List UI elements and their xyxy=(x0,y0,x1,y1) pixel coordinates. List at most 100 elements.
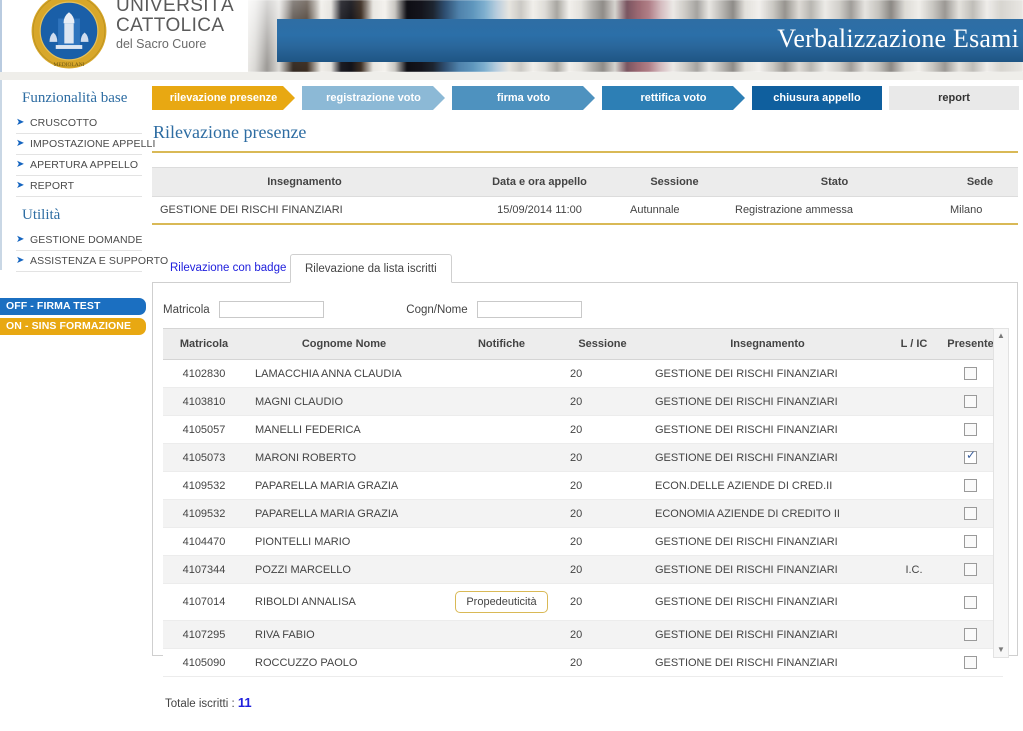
cell-sessione: 20 xyxy=(560,443,645,472)
cell-l-ic: I.C. xyxy=(890,555,938,584)
cell-sessione: 20 xyxy=(560,527,645,556)
cell-notifiche xyxy=(443,387,560,416)
cell-l-ic xyxy=(890,471,938,500)
cell-matricola: 4109532 xyxy=(163,471,245,500)
presente-checkbox[interactable] xyxy=(964,628,977,641)
sidebar-item-gestione-domande[interactable]: ➤ GESTIONE DOMANDE xyxy=(16,230,142,251)
cell-matricola: 4103810 xyxy=(163,387,245,416)
sidebar-item-cruscotto[interactable]: ➤ CRUSCOTTO xyxy=(16,113,142,134)
appello-info-table: Insegnamento Data e ora appello Sessione… xyxy=(152,167,1018,223)
cell-cognome-nome: PAPARELLA MARIA GRAZIA xyxy=(245,499,443,528)
grid-vertical-scrollbar[interactable]: ▲ ▼ xyxy=(993,328,1009,658)
cell-sessione: 20 xyxy=(560,648,645,677)
cell-notifiche xyxy=(443,648,560,677)
cell-cognome-nome: RIBOLDI ANNALISA xyxy=(245,583,443,621)
cell-sessione: 20 xyxy=(560,499,645,528)
report-button[interactable]: report xyxy=(889,86,1019,110)
table-row: 4103810 MAGNI CLAUDIO 20 GESTIONE DEI RISCH… xyxy=(163,387,1003,416)
cell-insegnamento: ECONOMIA AZIENDE DI CREDITO II xyxy=(645,499,890,528)
cell-cognome-nome: LAMACCHIA ANNA CLAUDIA xyxy=(245,359,443,388)
cell-matricola: 4104470 xyxy=(163,527,245,556)
header-bottom-strip xyxy=(0,72,1023,80)
iscritti-panel: Matricola Cogn/Nome Matricola Cognome No… xyxy=(152,283,1018,710)
cognome-nome-input[interactable] xyxy=(476,301,582,318)
status-badge-sins-formazione[interactable]: ON - SINS FORMAZIONE xyxy=(0,318,146,335)
propedeuticita-button[interactable]: Propedeuticità xyxy=(455,591,548,613)
cell-matricola: 4105090 xyxy=(163,648,245,677)
presente-checkbox[interactable] xyxy=(964,656,977,669)
presente-checkbox[interactable] xyxy=(964,423,977,436)
presente-checkbox[interactable] xyxy=(964,507,977,520)
scroll-down-icon[interactable]: ▼ xyxy=(994,643,1008,657)
sidebar-item-report[interactable]: ➤ REPORT xyxy=(16,176,142,197)
step-firma-voto[interactable]: firma voto xyxy=(452,86,595,110)
cell-l-ic xyxy=(890,499,938,528)
step-registrazione-voto[interactable]: registrazione voto xyxy=(302,86,445,110)
matricola-input[interactable] xyxy=(218,301,324,318)
grid-col-matricola[interactable]: Matricola xyxy=(163,328,245,360)
cell-notifiche xyxy=(443,471,560,500)
iscritti-grid: Matricola Cognome Nome Notifiche Session… xyxy=(163,328,1003,677)
step-rettifica-voto[interactable]: rettifica voto xyxy=(602,86,745,110)
info-col-insegnamento: Insegnamento xyxy=(152,167,457,197)
grid-header-row: Matricola Cognome Nome Notifiche Session… xyxy=(163,328,1003,360)
app-title-bar: Verbalizzazione Esami xyxy=(277,19,1023,62)
cell-cognome-nome: ROCCUZZO PAOLO xyxy=(245,648,443,677)
cell-sessione: 20 xyxy=(560,620,645,649)
presente-checkbox[interactable] xyxy=(964,535,977,548)
cell-cognome-nome: POZZI MARCELLO xyxy=(245,555,443,584)
cell-l-ic xyxy=(890,443,938,472)
cell-notifiche xyxy=(443,359,560,388)
cell-matricola: 4102830 xyxy=(163,359,245,388)
sidebar-item-assistenza-supporto[interactable]: ➤ ASSISTENZA E SUPPORTO xyxy=(16,251,168,272)
grid-col-insegnamento[interactable]: Insegnamento xyxy=(645,328,890,360)
info-value-sede: Milano xyxy=(942,196,1018,223)
status-badge-firma-test[interactable]: OFF - FIRMA TEST xyxy=(0,298,146,315)
cell-notifiche xyxy=(443,499,560,528)
grid-col-cognome-nome[interactable]: Cognome Nome xyxy=(245,328,443,360)
presente-checkbox[interactable] xyxy=(964,479,977,492)
tab-rilevazione-da-lista-iscritti[interactable]: Rilevazione da lista iscritti xyxy=(290,254,452,283)
grid-col-notifiche[interactable]: Notifiche xyxy=(443,328,560,360)
cell-insegnamento: GESTIONE DEI RISCHI FINANZIARI xyxy=(645,620,890,649)
filter-row: Matricola Cogn/Nome xyxy=(153,295,1017,328)
cell-cognome-nome: PIONTELLI MARIO xyxy=(245,527,443,556)
cell-notifiche xyxy=(443,415,560,444)
grid-col-l-ic[interactable]: L / IC xyxy=(890,328,938,360)
cell-insegnamento: GESTIONE DEI RISCHI FINANZIARI xyxy=(645,648,890,677)
sidebar-status-badges: OFF - FIRMA TEST ON - SINS FORMAZIONE xyxy=(0,298,150,335)
table-row: 4107014 RIBOLDI ANNALISA Propedeuticità 20 G… xyxy=(163,583,1003,621)
grid-body: 4102830 LAMACCHIA ANNA CLAUDIA 20 GESTIONE … xyxy=(163,359,1003,677)
presente-checkbox[interactable] xyxy=(964,595,977,609)
total-iscritti: Totale iscritti : 11 xyxy=(153,677,1017,710)
tab-rilevazione-con-badge[interactable]: Rilevazione con badge xyxy=(156,254,300,283)
cell-l-ic xyxy=(890,620,938,649)
page-body: Funzionalità base ➤ CRUSCOTTO ➤ IMPOSTAZ… xyxy=(0,80,1023,731)
sidebar-section-title-utilita: Utilità xyxy=(22,207,61,223)
page-title: Rilevazione presenze xyxy=(153,122,307,142)
arrow-right-icon: ➤ xyxy=(16,159,25,170)
sidebar-item-impostazione-appelli[interactable]: ➤ IMPOSTAZIONE APPELLI xyxy=(16,134,155,155)
info-col-stato: Stato xyxy=(727,167,942,197)
cell-l-ic xyxy=(890,527,938,556)
step-chiusura-appello[interactable]: chiusura appello xyxy=(752,86,882,110)
cell-insegnamento: GESTIONE DEI RISCHI FINANZIARI xyxy=(645,443,890,472)
sidebar-item-apertura-appello[interactable]: ➤ APERTURA APPELLO xyxy=(16,155,142,176)
presente-checkbox[interactable] xyxy=(964,449,977,464)
header-left-accent xyxy=(0,0,2,72)
table-row: 4102830 LAMACCHIA ANNA CLAUDIA 20 GESTIONE … xyxy=(163,359,1003,388)
grid-col-sessione[interactable]: Sessione xyxy=(560,328,645,360)
cell-sessione: 20 xyxy=(560,471,645,500)
scroll-up-icon[interactable]: ▲ xyxy=(994,329,1008,343)
table-row: 4109532 PAPARELLA MARIA GRAZIA 20 ECONOMIA … xyxy=(163,499,1003,528)
presente-checkbox[interactable] xyxy=(964,395,977,408)
sidebar-item-label: ASSISTENZA E SUPPORTO xyxy=(30,255,169,267)
arrow-right-icon: ➤ xyxy=(16,234,25,245)
arrow-right-icon: ➤ xyxy=(16,117,25,128)
step-rilevazione-presenze[interactable]: rilevazione presenze xyxy=(152,86,295,110)
cell-insegnamento: ECON.DELLE AZIENDE DI CRED.II xyxy=(645,471,890,500)
info-col-data-ora: Data e ora appello xyxy=(457,167,622,197)
presente-checkbox[interactable] xyxy=(964,367,977,380)
presente-checkbox[interactable] xyxy=(964,563,977,576)
arrow-right-icon: ➤ xyxy=(16,255,25,266)
